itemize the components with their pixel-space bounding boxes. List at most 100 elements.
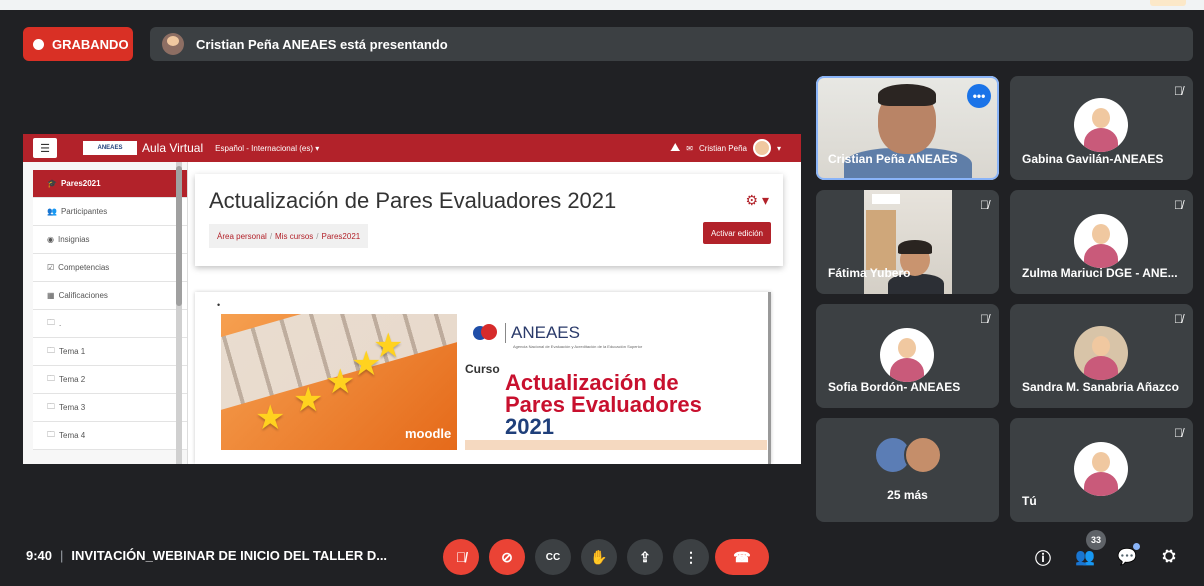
folder-icon: 🗀 [47,401,55,411]
more-participants-tile[interactable]: 25 más [816,418,999,522]
star-icon: ★ [255,399,286,437]
activities-icon: ⛭ [1162,548,1176,565]
sidebar-item-calificaciones[interactable]: ▦ Calificaciones [33,282,187,310]
moodle-logo: moodle [405,426,452,441]
participant-tile-sandra[interactable]: 🎙̸ Sandra M. Sanabria Añazco [1010,304,1193,408]
sidebar-item-label: Competencias [58,263,110,272]
participant-tile-zulma[interactable]: 🎙̸ Zulma Mariuci DGE - ANE... [1010,190,1193,294]
hang-up-icon: ☎ [733,548,751,565]
participant-tile-sofia[interactable]: 🎙̸ Sofia Bordón- ANEAES [816,304,999,408]
course-content: • ★ ★ ★ ★ ★ moodle ANEAES Agencia Nacion… [195,292,771,464]
graduation-cap-icon: 🎓 [47,179,57,188]
star-icon: ★ [293,381,324,419]
language-menu[interactable]: Español - Internacional (es) ▾ [215,144,319,153]
aneaes-logo: ANEAES [83,141,137,155]
sidebar-item-label: Insignias [57,235,90,244]
breadcrumb-item[interactable]: Área personal [217,232,267,241]
more-participants-count: 25 más [887,488,928,502]
camera-toggle-button[interactable]: ⊘ [489,539,525,575]
participant-avatar [1074,214,1128,268]
captions-button[interactable]: CC [535,539,571,575]
aneaes-mark-icon [473,322,499,344]
keyboard-image: ★ ★ ★ ★ ★ moodle [221,314,457,450]
sidebar-item-competencias[interactable]: ☑ Competencias [33,254,187,282]
sidebar-item-label: Tema 2 [59,375,86,384]
sidebar-item-tema-4[interactable]: 🗀 Tema 4 [33,422,187,450]
sidebar-item-label: Tema 1 [59,347,86,356]
people-icon: 👥 [1075,549,1095,566]
breadcrumb: Área personal / Mis cursos / Pares2021 [209,224,369,248]
recording-label: GRABANDO [52,36,129,52]
course-header: Actualización de Pares Evaluadores 2021 … [195,174,783,266]
banner-curso: Curso [465,362,500,376]
navbar-user-area: ✉ Cristian Peña ▾ [670,139,781,157]
sidebar-item-tema-1[interactable]: 🗀 Tema 1 [33,338,187,366]
mic-off-icon: 🎙̸ [1174,312,1183,326]
chat-notification-dot [1133,543,1140,550]
message-icon[interactable]: ✉ [686,144,693,153]
sidebar-item-general[interactable]: 🗀. [33,310,187,338]
breadcrumb-item[interactable]: Mis cursos [275,232,313,241]
info-icon: ⓘ [1034,551,1051,568]
captions-icon: CC [545,551,561,563]
present-button[interactable]: ⇪ [627,539,663,575]
table-icon: ▦ [47,291,55,300]
banner-brand: ANEAES Agencia Nacional de Evaluación y … [473,322,642,349]
browser-strip [0,0,1204,10]
edit-mode-button[interactable]: Activar edición [702,222,771,244]
mic-off-icon: 🎙̸ [1174,84,1183,98]
participant-name: Sandra M. Sanabria Añazco [1022,380,1179,394]
folder-icon: 🗀 [47,373,55,383]
participant-name: Cristian Peña ANEAES [828,152,958,166]
participant-tile-cristian[interactable]: ••• Cristian Peña ANEAES [816,76,999,180]
sidebar-item-label: Pares2021 [60,179,101,188]
sidebar-item-participantes[interactable]: 👥 Participantes [33,198,187,226]
activities-button[interactable]: ⛭ [1156,544,1182,570]
meet-window: GRABANDO Cristian Peña ANEAES está prese… [0,0,1204,586]
chevron-down-icon[interactable]: ▾ [777,144,781,153]
hamburger-icon[interactable]: ☰ [33,138,57,158]
participant-avatar [1074,326,1128,380]
user-avatar[interactable] [752,139,771,157]
more-options-button[interactable]: ⋮ [673,539,709,575]
participant-name: Gabina Gavilán-ANEAES [1022,152,1164,166]
participant-tile-gabina[interactable]: 🎙̸ Gabina Gavilán-ANEAES [1010,76,1193,180]
meeting-title: INVITACIÓN_WEBINAR DE INICIO DEL TALLER … [71,548,388,563]
banner-title-line2: Pares Evaluadores [505,392,702,417]
mic-toggle-button[interactable]: 🎙̸ [443,539,479,575]
leave-call-button[interactable]: ☎ [715,539,769,575]
participant-tile-fatima[interactable]: 🎙̸ Fátima Yubero [816,190,999,294]
strip-accent [1150,0,1186,6]
banner-title-year: 2021 [505,414,554,439]
banner-brand-subtitle: Agencia Nacional de Evaluación y Acredit… [513,344,643,349]
sidebar-item-label: Tema 3 [59,403,86,412]
camera-off-icon: ⊘ [501,548,513,565]
more-options-icon[interactable]: ••• [967,84,991,108]
gear-icon[interactable]: ⚙ ▾ [746,192,769,209]
sidebar-item-label: Tema 4 [59,431,86,440]
participant-tile-self[interactable]: 🎙̸ Tú [1010,418,1193,522]
sidebar-item-insignias[interactable]: ◉ Insignias [33,226,187,254]
sidebar-item-tema-2[interactable]: 🗀 Tema 2 [33,366,187,394]
breadcrumb-item[interactable]: Pares2021 [322,232,361,241]
site-name[interactable]: Aula Virtual [142,141,203,155]
raise-hand-button[interactable]: ✋ [581,539,617,575]
raise-hand-icon: ✋ [590,548,608,565]
sidebar-scroll-thumb[interactable] [176,166,182,306]
mic-off-icon: 🎙̸ [1174,426,1183,440]
mic-off-icon: 🎙̸ [455,549,467,565]
meeting-info-button[interactable]: ⓘ [1030,544,1056,570]
user-name[interactable]: Cristian Peña [699,144,747,153]
bell-icon[interactable] [670,143,681,151]
participant-avatar [880,328,934,382]
sidebar-item-tema-3[interactable]: 🗀 Tema 3 [33,394,187,422]
mic-off-icon: 🎙̸ [1174,198,1183,212]
recording-indicator[interactable]: GRABANDO [23,27,133,61]
folder-icon: 🗀 [47,429,55,439]
participant-name: Fátima Yubero [828,266,911,280]
participant-avatar [904,436,942,474]
sidebar-item-pares2021[interactable]: 🎓 Pares2021 [33,170,187,198]
present-icon: ⇪ [639,548,651,565]
meeting-time: 9:40 [26,548,53,563]
meeting-details[interactable]: 9:40 | INVITACIÓN_WEBINAR DE INICIO DEL TA… [26,548,387,563]
